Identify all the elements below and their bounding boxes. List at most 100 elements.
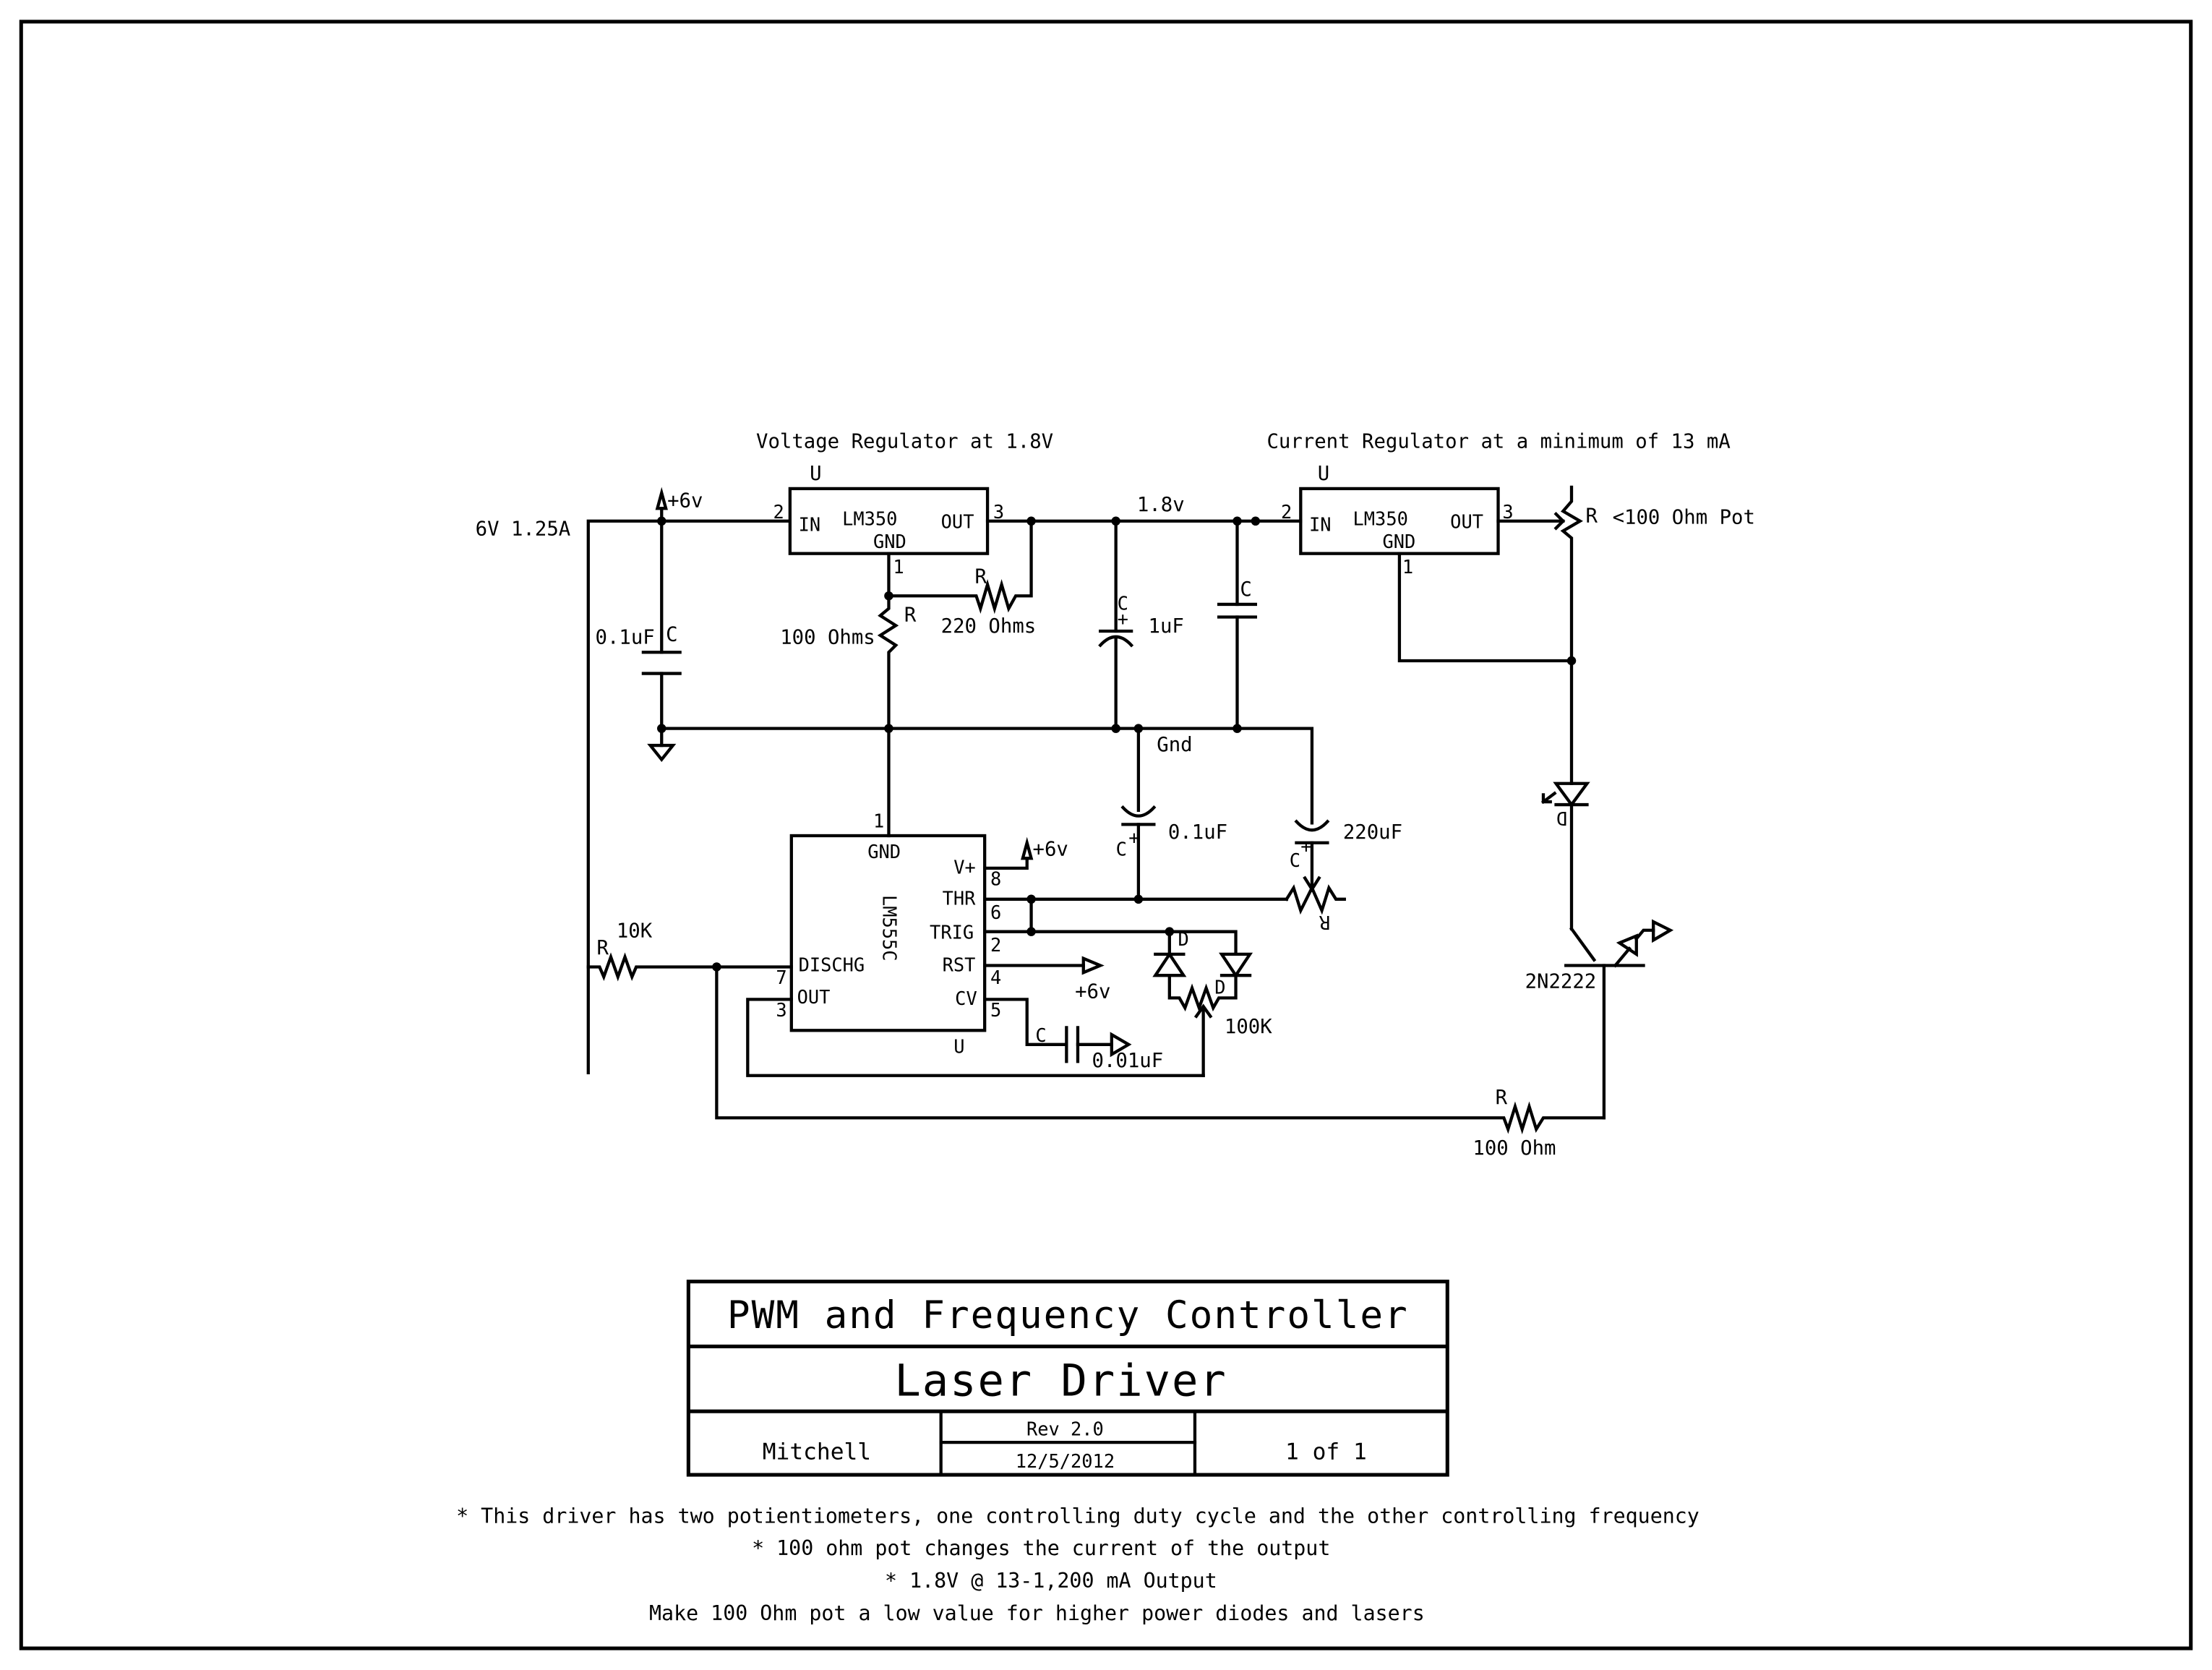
current-regulator-title: Current Regulator at a minimum of 13 mA: [1266, 430, 1730, 453]
pin-name-thr: THR: [943, 888, 977, 909]
junction: [1233, 724, 1242, 733]
resistor-100-ohms: R 100 Ohms: [780, 594, 917, 730]
u-ref: U: [810, 463, 821, 485]
pin-label: 1: [893, 556, 904, 578]
pin-label: 7: [776, 967, 786, 988]
r-value: 10K: [617, 920, 653, 942]
junction: [1111, 724, 1120, 733]
rst-6v: +6v: [983, 956, 1110, 1003]
transistor-2n2222: 2N2222: [1525, 919, 1674, 1120]
pin-label: 1: [873, 810, 884, 831]
c-ref: C: [1240, 578, 1251, 601]
pin-label: 8: [990, 868, 1001, 889]
c1-ref: C: [666, 624, 677, 646]
capacitor-1uf: C + 1uF: [1098, 519, 1184, 730]
note-line: * 1.8V @ 13-1,200 mA Output: [885, 1569, 1217, 1593]
c-value: 220uF: [1343, 821, 1402, 844]
junction: [1251, 516, 1261, 526]
capacitor-0-01uf: C 0.01uF: [983, 998, 1163, 1072]
junction: [1026, 894, 1036, 904]
lm350-current-regulator: U 2 IN LM350 OUT GND 3 1: [1281, 463, 1514, 578]
junction: [1026, 927, 1036, 936]
pin-name-cv: CV: [955, 988, 977, 1009]
note-line: Make 100 Ohm pot a low value for higher …: [649, 1601, 1425, 1625]
pin-label: 5: [990, 999, 1001, 1021]
vcc-6v-symbol-top: +6v: [655, 487, 703, 523]
voltage-regulator-title: Voltage Regulator at 1.8V: [756, 430, 1053, 453]
capacitor-220uf: C + 220uF: [1290, 819, 1402, 893]
revision: Rev 2.0: [1026, 1418, 1104, 1439]
u-ref: U: [953, 1036, 964, 1058]
junction: [657, 724, 666, 733]
r-ref: R: [975, 566, 987, 588]
pin-name-out: OUT: [797, 986, 831, 1008]
ground-symbol: [647, 727, 677, 763]
svg-text:+: +: [1300, 835, 1311, 857]
capacitor-c-18v: C: [1217, 519, 1258, 730]
supply-label: 6V 1.25A: [476, 518, 571, 540]
capacitor-c1: 0.1uF C: [596, 519, 682, 730]
wire-trig: [983, 930, 1238, 956]
pin-label: 3: [776, 999, 786, 1021]
junction: [712, 962, 721, 972]
lm555c-timer: 1 GND V+ THR TRIG RST CV DISCHG OUT LM55…: [776, 810, 1001, 1057]
r-ref: R: [904, 604, 917, 626]
r-value: 100 Ohm: [1472, 1137, 1556, 1160]
pin-name-rst: RST: [943, 954, 976, 975]
c-ref: C: [1035, 1024, 1046, 1046]
diode-ref: D: [1178, 928, 1189, 950]
c-value: 1uF: [1149, 615, 1184, 638]
wire-supply: [586, 519, 792, 1074]
pin-name-out: OUT: [941, 511, 974, 533]
transistor-ref: 2N2222: [1525, 971, 1597, 993]
sheet-number: 1 of 1: [1285, 1439, 1367, 1465]
pot-value: <100 Ohm Pot: [1613, 507, 1755, 529]
pin-label: 2: [990, 934, 1001, 956]
title-block: PWM and Frequency Controller Laser Drive…: [686, 1280, 1449, 1477]
pin-label: 1: [1402, 556, 1413, 578]
vcc-label: +6v: [1033, 838, 1068, 860]
r-ref: R: [596, 937, 609, 959]
potentiometer-frequency: R: [1284, 884, 1346, 933]
diode-ref: D: [1556, 808, 1567, 829]
pin-name-dischg: DISCHG: [799, 954, 865, 975]
wire-ireg-adj: [1397, 552, 1574, 663]
pin-name-vplus: V+: [953, 857, 976, 878]
notes: * This driver has two potientiometers, o…: [456, 1504, 1699, 1625]
note-line: * This driver has two potientiometers, o…: [456, 1504, 1699, 1528]
wire-ground-bus: [660, 727, 1314, 825]
pin-label: 2: [773, 501, 784, 523]
c1-value: 0.1uF: [596, 627, 655, 649]
r-ref: R: [1496, 1087, 1508, 1109]
pin-name-gnd: GND: [873, 531, 906, 552]
sheet-subtitle: Laser Driver: [894, 1356, 1227, 1407]
part-name: LM350: [842, 508, 897, 530]
svg-text:+: +: [1128, 827, 1139, 849]
pot-ref: R: [1586, 505, 1598, 528]
resistor-10k: R 10K: [586, 920, 793, 982]
c-ref: C: [1116, 838, 1127, 860]
c-value: 0.1uF: [1168, 821, 1227, 844]
date: 12/5/2012: [1016, 1450, 1115, 1472]
laser-diode: D: [1540, 659, 1590, 930]
r-value: 220 Ohms: [941, 615, 1037, 638]
pin-name-in: IN: [799, 513, 821, 535]
net-label-1-8v: 1.8v: [1137, 494, 1185, 516]
duty-cycle-network: D D 100K: [1152, 928, 1272, 1077]
potentiometer-100-ohm: R <100 Ohm Pot: [1496, 485, 1755, 663]
pin-name-trig: TRIG: [930, 921, 974, 943]
pin-label: 6: [990, 902, 1001, 923]
vcc-label: +6v: [1075, 980, 1110, 1003]
part-name: LM555C: [879, 895, 901, 962]
author: Mitchell: [763, 1439, 871, 1465]
pot-value: 100K: [1225, 1016, 1272, 1038]
pin-label: 4: [990, 967, 1001, 988]
c-ref: C: [1290, 849, 1300, 871]
pin-label: 3: [1502, 501, 1513, 523]
pin-name-in: IN: [1309, 513, 1332, 535]
part-name: LM350: [1353, 508, 1408, 530]
r-value: 100 Ohms: [780, 627, 875, 649]
sheet-title: PWM and Frequency Controller: [727, 1293, 1409, 1337]
pin-name-out: OUT: [1450, 511, 1483, 533]
u-ref: U: [1318, 463, 1329, 485]
